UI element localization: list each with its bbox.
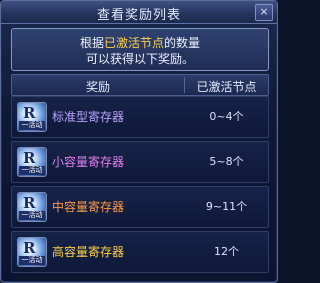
icon-tag: 一活动 xyxy=(19,256,45,265)
title-bar: 查看奖励列表 × xyxy=(1,1,277,24)
info-notice: 根据已激活节点的数量 可以获得以下奖励。 xyxy=(11,28,269,71)
active-node-count: 5~8个 xyxy=(209,155,244,168)
reward-row[interactable]: R 一活动 高容量寄存器 12个 xyxy=(11,231,269,273)
window-title: 查看奖励列表 xyxy=(96,8,181,23)
register-item-icon[interactable]: R 一活动 xyxy=(17,237,47,267)
reward-name: 小容量寄存器 xyxy=(52,155,125,169)
icon-glyph: R xyxy=(23,194,36,212)
close-button[interactable]: × xyxy=(255,4,273,21)
header-reward: 奖励 xyxy=(85,80,110,94)
icon-glyph: R xyxy=(23,149,36,167)
register-item-icon[interactable]: R 一活动 xyxy=(17,102,47,132)
header-active-nodes: 已激活节点 xyxy=(196,80,257,94)
active-node-count: 0~4个 xyxy=(209,110,244,123)
notice-suffix: 的数量 xyxy=(164,36,201,50)
icon-glyph: R xyxy=(23,104,36,122)
register-item-icon[interactable]: R 一活动 xyxy=(17,147,47,177)
icon-tag: 一活动 xyxy=(19,166,45,175)
reward-name: 标准型寄存器 xyxy=(52,110,125,124)
icon-glyph: R xyxy=(23,239,36,257)
notice-highlight: 已激活节点 xyxy=(103,36,164,50)
reward-list: R 一活动 标准型寄存器 0~4个 R 一活动 小容量寄存器 5~8个 R 一活… xyxy=(11,96,269,273)
reward-name: 高容量寄存器 xyxy=(52,245,125,259)
icon-tag: 一活动 xyxy=(19,121,45,130)
notice-prefix: 根据 xyxy=(79,36,104,50)
table-header: 奖励 已激活节点 xyxy=(11,74,269,96)
reward-name: 中容量寄存器 xyxy=(52,200,125,214)
active-node-count: 12个 xyxy=(214,245,239,258)
register-item-icon[interactable]: R 一活动 xyxy=(17,192,47,222)
reward-row[interactable]: R 一活动 小容量寄存器 5~8个 xyxy=(11,141,269,183)
active-node-count: 9~11个 xyxy=(205,200,248,213)
reward-list-window: 查看奖励列表 × 根据已激活节点的数量 可以获得以下奖励。 奖励 已激活节点 R… xyxy=(0,0,278,283)
notice-line-1: 根据已激活节点的数量 xyxy=(12,34,268,51)
reward-row[interactable]: R 一活动 中容量寄存器 9~11个 xyxy=(11,186,269,228)
icon-tag: 一活动 xyxy=(19,211,45,220)
reward-row[interactable]: R 一活动 标准型寄存器 0~4个 xyxy=(11,96,269,138)
notice-line-2: 可以获得以下奖励。 xyxy=(85,52,194,66)
